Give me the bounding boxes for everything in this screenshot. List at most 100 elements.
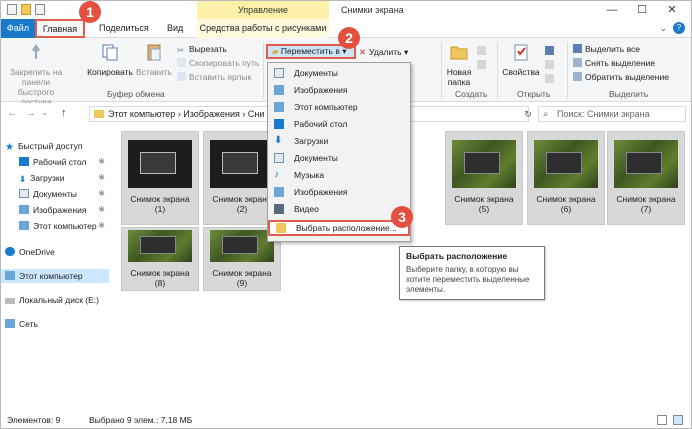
search-input[interactable]: ⌕ Поиск: Снимки экрана — [538, 106, 686, 122]
tab-home[interactable]: Главная — [35, 19, 85, 38]
menu-item-music[interactable]: ♪ Музыка — [268, 167, 410, 183]
new-folder-button[interactable]: Новая папка — [443, 42, 475, 87]
copy-icon — [102, 44, 118, 61]
file-caption: Снимок экрана (1) — [130, 194, 190, 214]
sidebar-item-downloads[interactable]: ⬇ Загрузки ✱ — [1, 171, 109, 185]
cut-button[interactable]: ✂ Вырезать — [177, 44, 227, 55]
sidebar-item-pictures[interactable]: Изображения ✱ — [1, 203, 109, 217]
music-icon: ♪ — [274, 169, 279, 180]
pin-label: Закрепить на панели быстрого доступа — [9, 67, 63, 107]
thumbnail-image — [128, 230, 192, 262]
back-button[interactable]: ← — [7, 107, 18, 119]
edit-icon[interactable] — [545, 60, 557, 71]
document-icon — [274, 153, 284, 163]
cut-label: Вырезать — [189, 44, 227, 54]
copy-path-button[interactable]: Скопировать путь — [177, 58, 259, 69]
copy-label: Копировать — [87, 67, 133, 77]
file-item[interactable]: Снимок экрана (1) — [121, 131, 199, 225]
sidebar-item-quick-access[interactable]: ★ Быстрый доступ — [5, 139, 113, 153]
sidebar-item-this-pc[interactable]: Этот компьютер — [1, 269, 109, 283]
menu-item-choose-location[interactable]: Выбрать расположение... — [268, 220, 410, 236]
new-item-icon[interactable] — [477, 46, 486, 57]
document-icon — [19, 189, 29, 198]
menu-item-videos[interactable]: Видео — [268, 201, 410, 217]
details-view-icon[interactable] — [657, 415, 667, 425]
ribbon-separator — [497, 42, 498, 98]
folder-qat-icon[interactable] — [21, 4, 31, 15]
sidebar-item-onedrive[interactable]: OneDrive — [5, 245, 113, 259]
sidebar-item-local-disk-e[interactable]: Локальный диск (E:) — [5, 293, 113, 307]
computer-icon — [5, 271, 15, 280]
menu-item-pictures-library[interactable]: Изображения — [268, 184, 410, 200]
explorer-window: Управление Снимки экрана — ☐ ✕ Файл Глав… — [0, 0, 692, 429]
cloud-icon — [5, 247, 15, 256]
minimize-button[interactable]: — — [597, 1, 627, 19]
tab-share[interactable]: Поделиться — [91, 19, 157, 38]
properties-button[interactable]: Свойства — [501, 42, 541, 77]
context-tab-band: Управление — [197, 1, 329, 19]
pin-icon: ✱ — [98, 189, 105, 198]
menu-item-documents-library[interactable]: Документы — [268, 150, 410, 166]
paste-shortcut-button[interactable]: Вставить ярлык — [177, 72, 251, 83]
video-icon — [274, 204, 284, 214]
pictures-icon — [274, 187, 284, 197]
sidebar-item-documents[interactable]: Документы ✱ — [1, 187, 109, 201]
menu-item-this-pc[interactable]: Этот компьютер — [268, 99, 410, 115]
properties-icon — [514, 44, 528, 61]
paste-button[interactable]: Вставить — [135, 42, 173, 77]
copy-path-icon — [177, 58, 186, 67]
step-badge-1: 1 — [79, 1, 101, 23]
up-button[interactable]: ↑ — [61, 107, 67, 119]
pin-icon — [32, 44, 40, 59]
select-none-button[interactable]: Снять выделение — [573, 58, 655, 69]
folder-icon — [94, 110, 104, 118]
sidebar-item-this-pc-pinned[interactable]: Этот компьютер ✱ — [1, 219, 109, 233]
properties-qat-icon[interactable] — [7, 4, 17, 15]
tab-file[interactable]: Файл — [1, 19, 35, 38]
menu-item-downloads[interactable]: ⬇ Загрузки — [268, 133, 410, 149]
forward-button[interactable]: → — [25, 107, 36, 119]
file-item[interactable]: Снимок экрана (8) — [121, 227, 199, 291]
customize-qat-icon[interactable] — [35, 4, 45, 15]
file-caption: Снимок экрана (6) — [536, 194, 596, 214]
help-icon[interactable]: ? — [673, 22, 685, 34]
maximize-button[interactable]: ☐ — [627, 1, 657, 19]
close-button[interactable]: ✕ — [657, 1, 687, 19]
easy-access-icon[interactable] — [477, 60, 486, 71]
tab-view[interactable]: Вид — [159, 19, 191, 38]
new-folder-icon — [450, 46, 468, 60]
copy-button[interactable]: Копировать — [87, 42, 133, 77]
file-item[interactable]: Снимок экрана (5) — [445, 131, 523, 225]
refresh-button[interactable]: ↻ — [521, 106, 535, 122]
recent-locations-button[interactable]: ⌄ — [41, 107, 49, 118]
open-group-label: Открыть — [517, 89, 551, 99]
pin-icon: ✱ — [98, 205, 105, 214]
tab-picture-tools[interactable]: Средства работы с рисунками — [197, 19, 329, 38]
drive-icon — [5, 298, 15, 304]
menu-item-desktop[interactable]: Рабочий стол — [268, 116, 410, 132]
sidebar-item-desktop[interactable]: Рабочий стол ✱ — [1, 155, 109, 169]
collapse-ribbon-icon[interactable]: ⌄ — [659, 23, 667, 34]
history-icon[interactable] — [545, 74, 557, 85]
menu-item-pictures[interactable]: Изображения — [268, 82, 410, 98]
desktop-icon — [19, 157, 29, 166]
pin-quick-access-button[interactable]: Закрепить на панели быстрого доступа — [3, 42, 69, 107]
move-to-menu: Документы Изображения Этот компьютер Раб… — [267, 62, 411, 242]
delete-button[interactable]: ✕ Удалить ▾ — [359, 47, 408, 58]
file-item[interactable]: Снимок экрана (7) — [607, 131, 685, 225]
sidebar-item-network[interactable]: Сеть — [5, 317, 113, 331]
select-none-label: Снять выделение — [585, 58, 656, 68]
select-all-icon — [573, 44, 582, 53]
window-title: Снимки экрана — [341, 5, 404, 15]
open-icon[interactable] — [545, 46, 557, 57]
file-item[interactable]: Снимок экрана (6) — [527, 131, 605, 225]
pin-icon: ✱ — [98, 173, 105, 182]
pictures-icon — [274, 85, 284, 95]
large-icons-view-icon[interactable] — [673, 415, 683, 425]
select-all-button[interactable]: Выделить все — [573, 44, 640, 55]
menu-item-documents[interactable]: Документы — [268, 65, 410, 81]
ribbon-separator — [441, 42, 442, 98]
copy-path-label: Скопировать путь — [189, 58, 260, 68]
invert-selection-button[interactable]: Обратить выделение — [573, 72, 669, 83]
status-bar: Элементов: 9 Выбрано 9 элем.: 7,18 МБ — [1, 412, 691, 428]
